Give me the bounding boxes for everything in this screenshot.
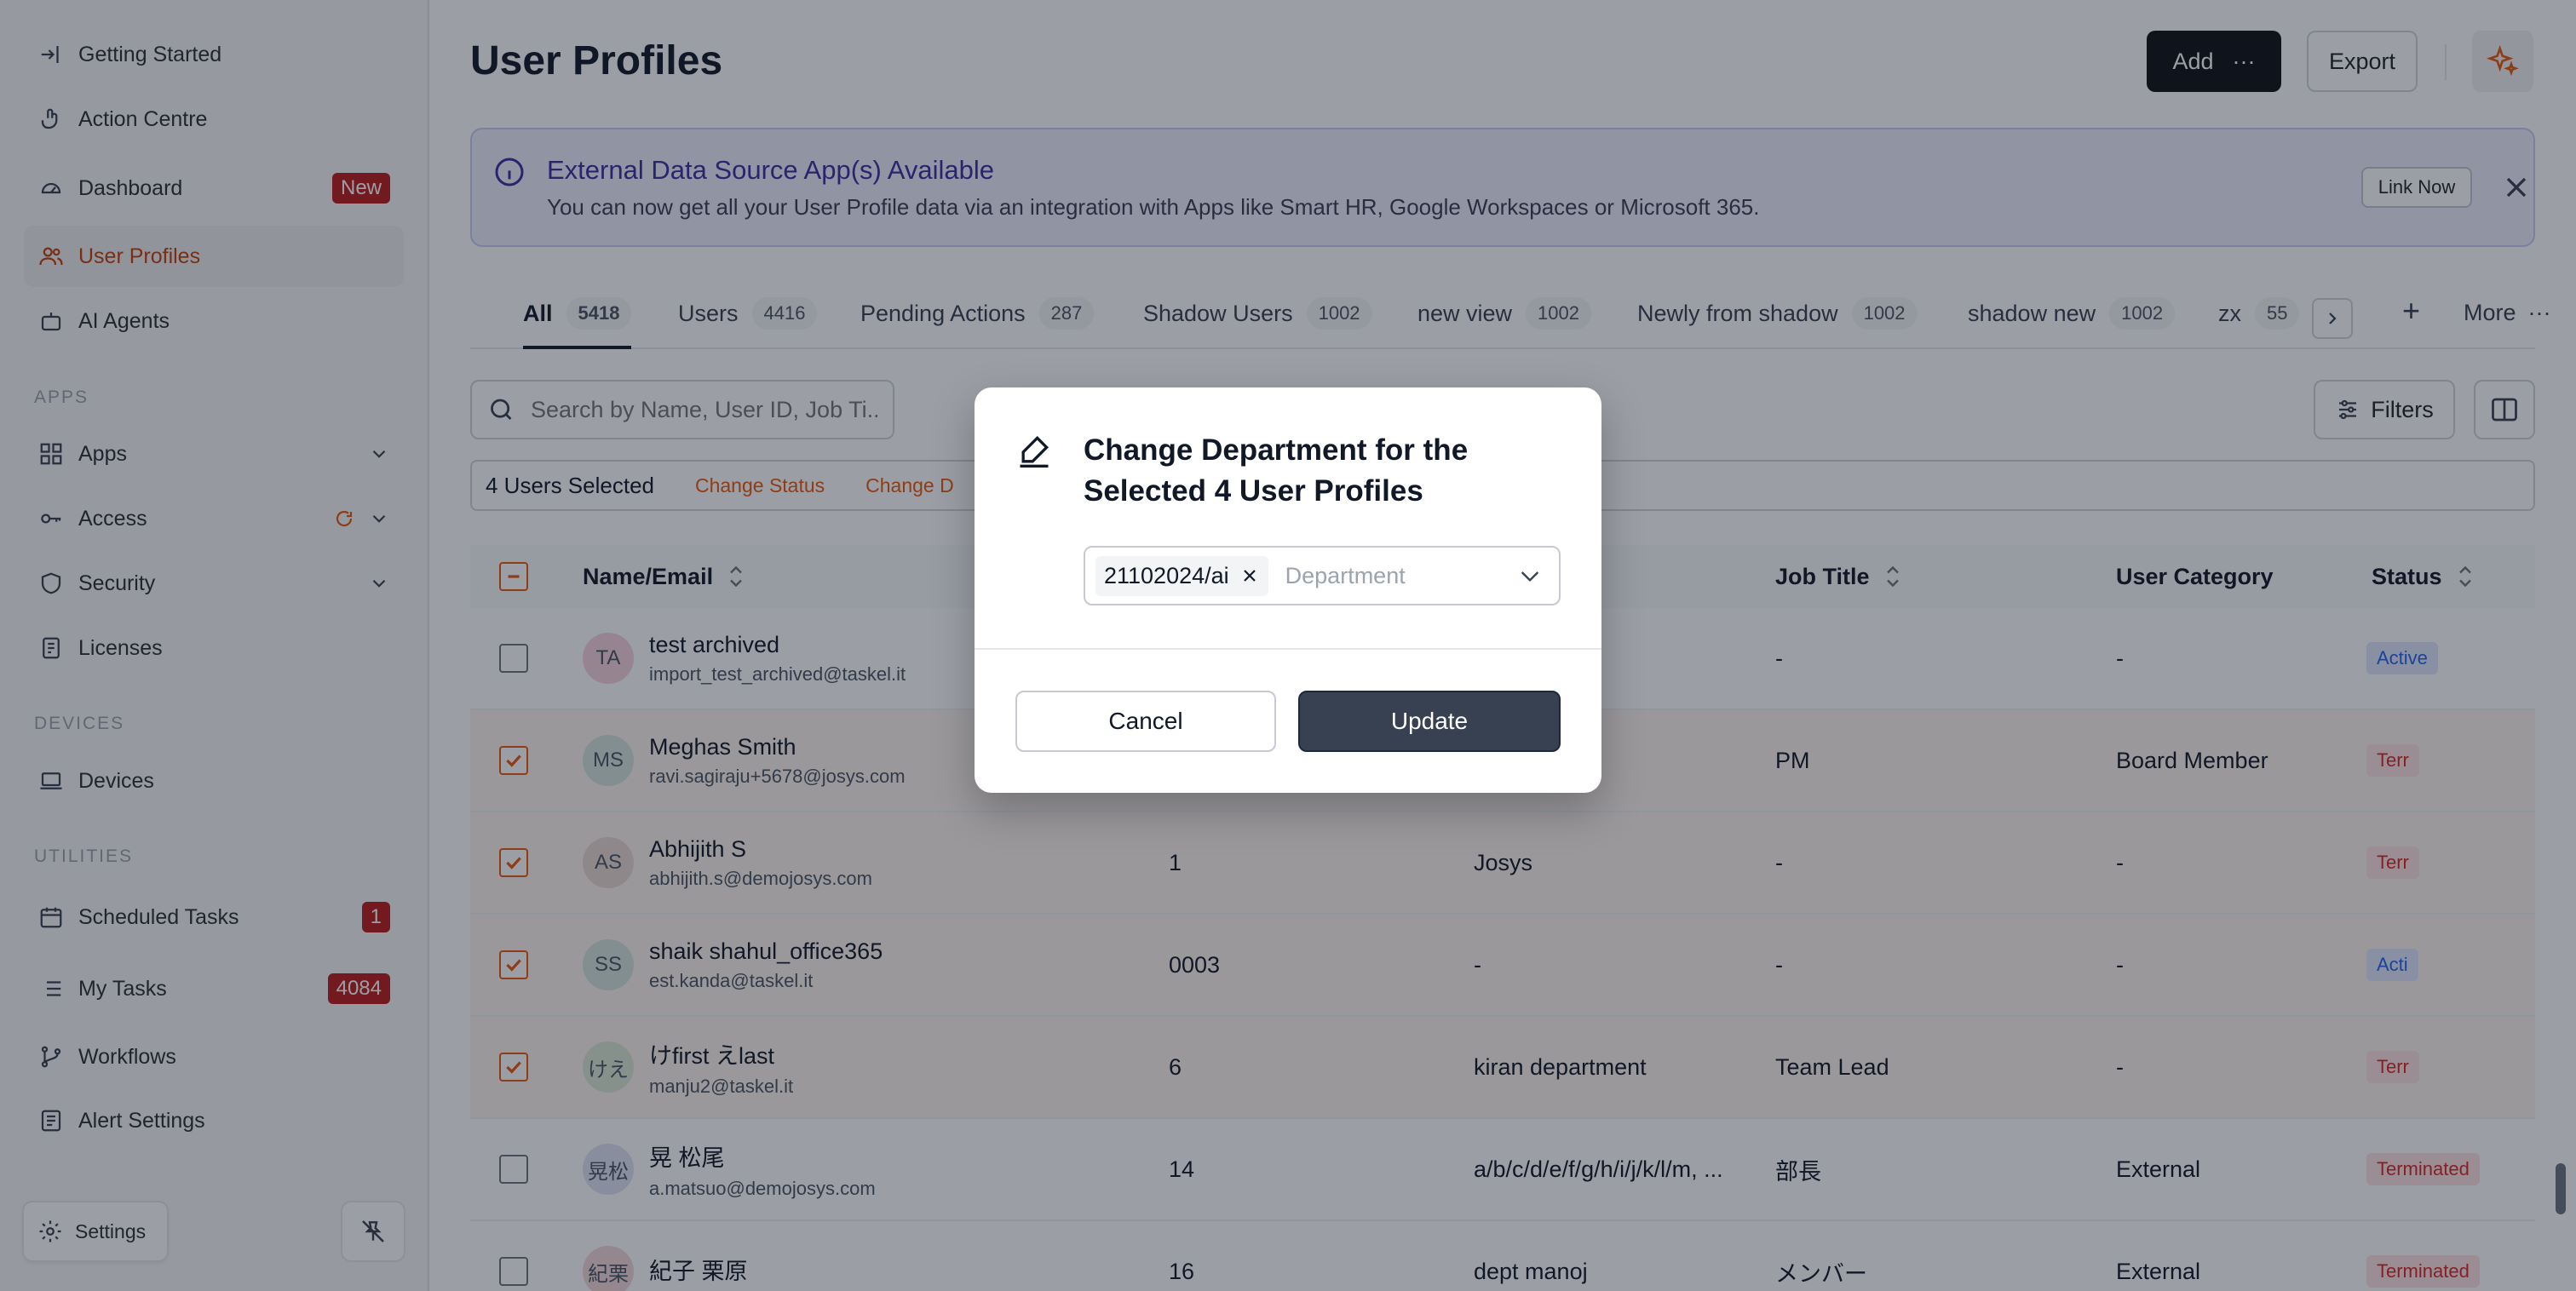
update-button[interactable]: Update [1298,691,1561,752]
modal-divider [975,648,1601,650]
edit-icon [1020,435,1049,468]
chevron-down-icon[interactable] [1516,562,1544,589]
selected-department-chip: 21102024/ai [1095,555,1268,596]
modal-title: Change Department for the Selected 4 Use… [1084,433,1469,508]
chip-label: 21102024/ai [1104,562,1229,588]
change-department-modal: Change Department for the Selected 4 Use… [975,387,1601,793]
close-icon[interactable] [1239,565,1260,586]
department-placeholder: Department [1285,562,1406,588]
department-select[interactable]: 21102024/ai Department [1084,546,1561,605]
cancel-button[interactable]: Cancel [1015,691,1276,752]
